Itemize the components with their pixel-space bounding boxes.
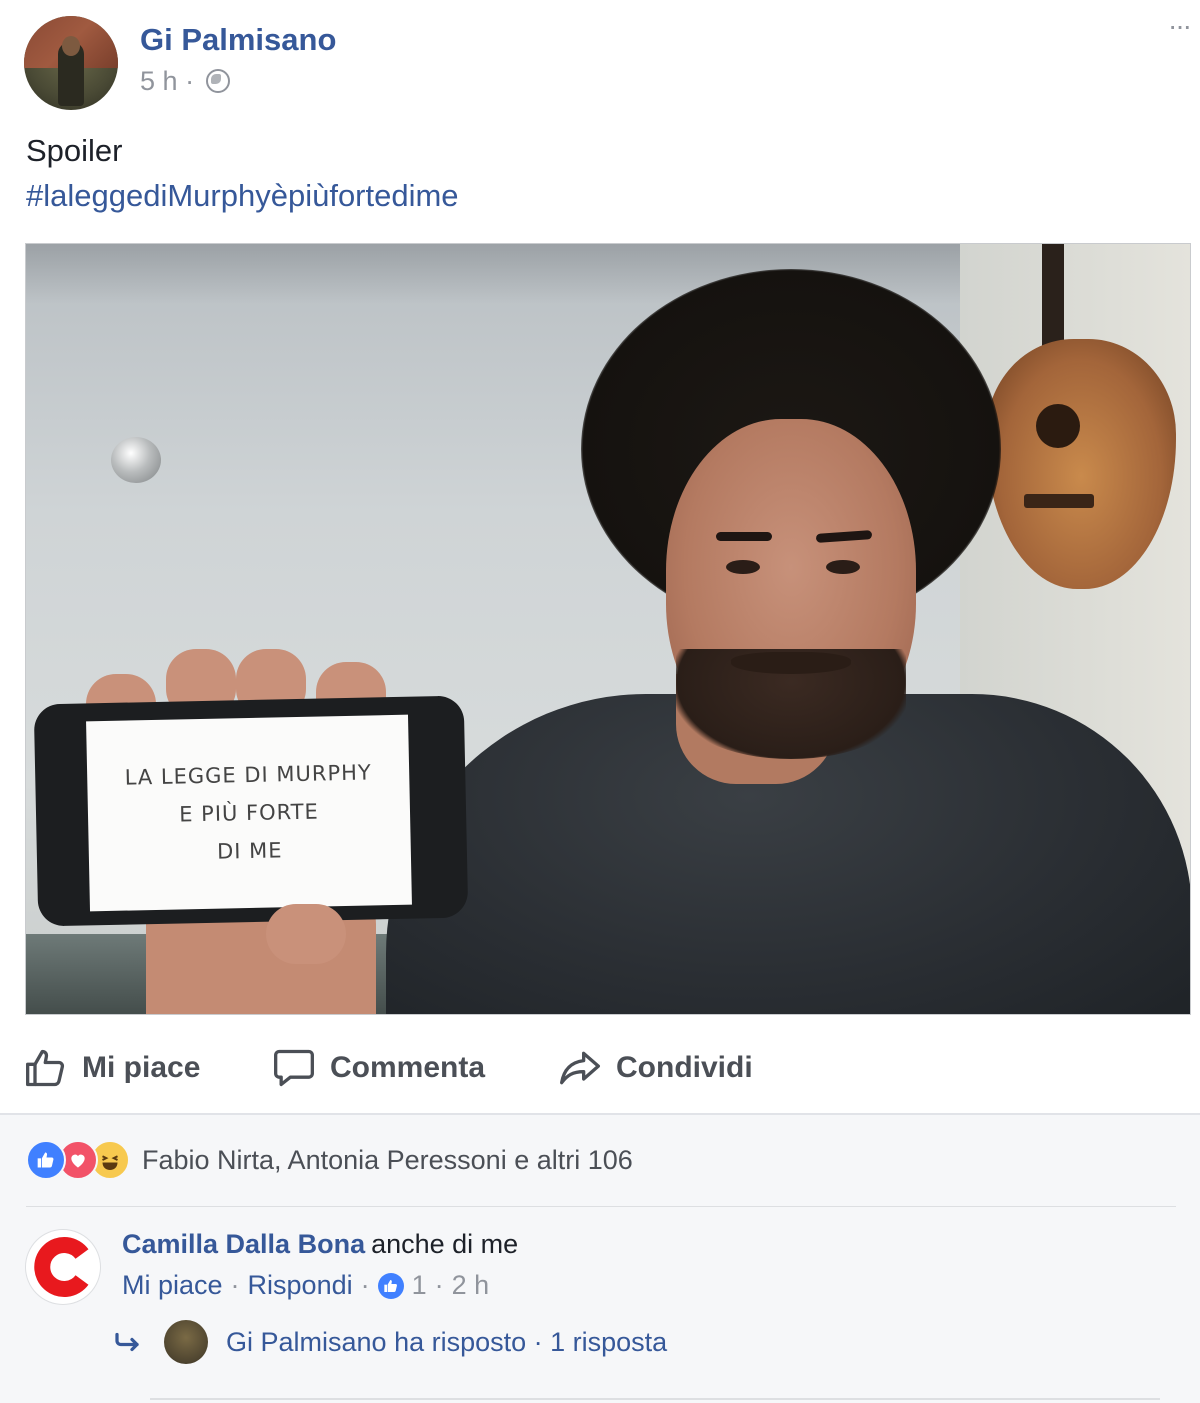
photo-mustache	[731, 652, 851, 674]
like-label: Mi piace	[82, 1051, 201, 1084]
reply-author-avatar	[164, 1320, 208, 1364]
comment-like-link[interactable]: Mi piace	[122, 1270, 223, 1301]
post-meta: 5 h ·	[140, 66, 230, 97]
post-actions: Mi piace Commenta Condividi	[0, 1040, 1200, 1100]
phone-screen-line: DI ME	[216, 838, 283, 864]
photo-right-eye	[826, 560, 860, 574]
avatar-head	[62, 36, 80, 56]
photo-left-eye	[726, 560, 760, 574]
photo-guitar-bridge	[1024, 494, 1094, 508]
like-button[interactable]: Mi piace	[24, 1040, 200, 1096]
globe-icon[interactable]	[205, 69, 230, 93]
author-avatar[interactable]	[24, 16, 118, 110]
red-c-logo-icon	[34, 1237, 89, 1297]
separator-dot: ·	[360, 1270, 370, 1300]
more-options-button[interactable]: ···	[1168, 12, 1192, 40]
share-arrow-icon	[560, 1051, 600, 1085]
reply-summary: Gi Palmisano ha risposto · 1 risposta	[226, 1326, 668, 1357]
reactions-summary[interactable]: Fabio Nirta, Antonia Peressoni e altri 1…	[26, 1140, 633, 1180]
author-name[interactable]: Gi Palmisano	[140, 22, 336, 58]
meta-separator: ·	[185, 66, 195, 96]
comment-label: Commenta	[330, 1051, 486, 1084]
phone-screen-line: E PIÙ FORTE	[178, 799, 320, 827]
commenter-avatar[interactable]	[26, 1230, 100, 1304]
comment-text: anche di me	[371, 1229, 519, 1259]
facebook-post: Gi Palmisano 5 h · ··· Spoiler #lalegged…	[0, 0, 1200, 1403]
comment-line: Camilla Dalla Bona anche di me	[122, 1229, 518, 1260]
post-photo[interactable]: LA LEGGE DI MURPHY E PIÙ FORTE DI ME	[25, 243, 1191, 1015]
view-replies-link[interactable]: Gi Palmisano ha risposto · 1 risposta	[112, 1318, 667, 1366]
post-text: Spoiler	[26, 133, 123, 168]
comments-divider	[26, 1206, 1176, 1207]
comment-like-icon[interactable]	[377, 1272, 404, 1299]
comment-author[interactable]: Camilla Dalla Bona	[122, 1229, 365, 1259]
comment-button[interactable]: Commenta	[272, 1040, 485, 1096]
phone-screen: LA LEGGE DI MURPHY E PIÙ FORTE DI ME	[86, 714, 412, 912]
comment-actions: Mi piace · Rispondi · 1 · 2 h	[122, 1270, 489, 1301]
comment-time[interactable]: 2 h	[452, 1270, 490, 1301]
separator-dot: ·	[434, 1270, 444, 1300]
photo-wall-knob	[111, 437, 161, 483]
phone-screen-line: LA LEGGE DI MURPHY	[124, 760, 372, 790]
separator-dot: ·	[230, 1270, 240, 1300]
thumbs-up-icon	[26, 1049, 65, 1087]
share-label: Condividi	[616, 1051, 753, 1084]
speech-bubble-icon	[274, 1049, 314, 1087]
photo-guitar-hole	[1036, 404, 1080, 448]
photo-left-brow	[716, 532, 772, 541]
post-hashtag[interactable]: #laleggediMurphyèpiùfortedime	[26, 178, 459, 214]
post-timestamp[interactable]: 5 h	[140, 66, 178, 96]
like-icon	[26, 1140, 66, 1180]
comment-like-count[interactable]: 1	[412, 1270, 427, 1301]
bottom-divider	[150, 1398, 1160, 1400]
reply-arrow-icon	[115, 1332, 139, 1352]
photo-thumb	[266, 904, 346, 964]
comment-reply-link[interactable]: Rispondi	[248, 1270, 353, 1301]
reactions-text: Fabio Nirta, Antonia Peressoni e altri 1…	[142, 1144, 633, 1175]
share-button[interactable]: Condividi	[558, 1040, 753, 1096]
